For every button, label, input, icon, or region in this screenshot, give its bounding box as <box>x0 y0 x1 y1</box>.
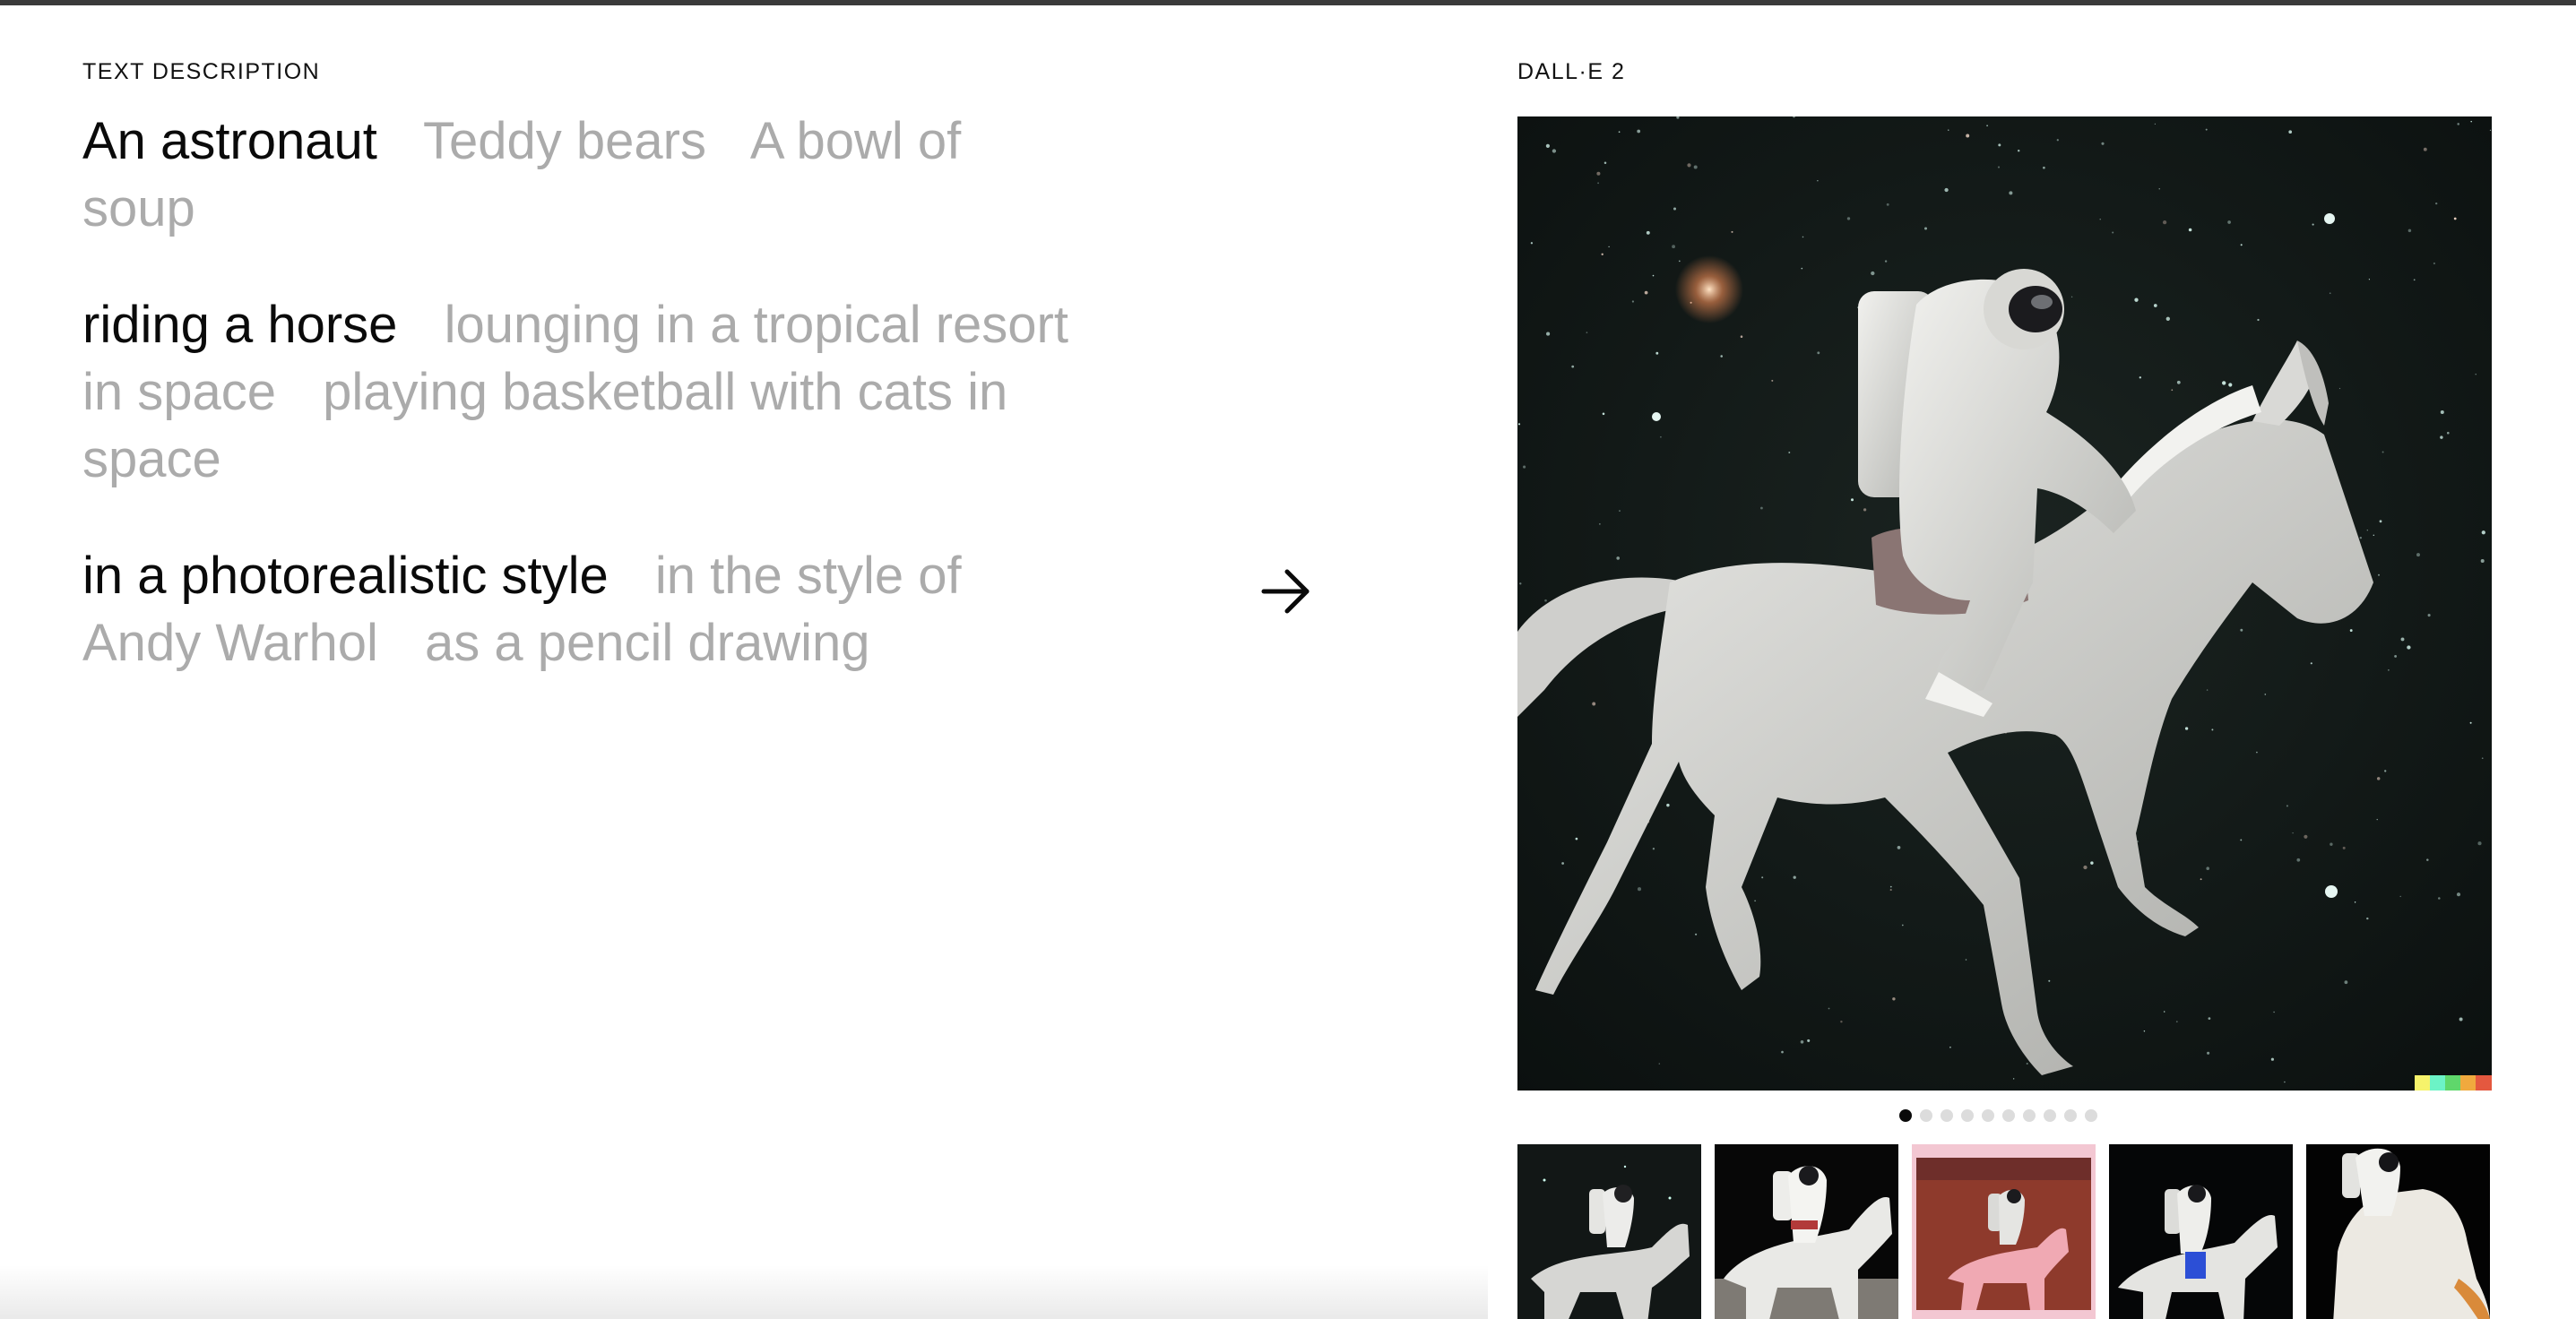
thumbnail-strip <box>1517 1144 2492 1319</box>
carousel-dot-5[interactable] <box>1982 1109 1994 1122</box>
carousel-dot-2[interactable] <box>1920 1109 1932 1122</box>
action-options: riding a horse lounging in a tropical re… <box>82 291 1077 493</box>
prompt-builder: An astronaut Teddy bears A bowl of soup … <box>82 108 1077 726</box>
action-option-riding-horse[interactable]: riding a horse <box>82 296 397 354</box>
top-rule <box>0 0 2576 5</box>
subject-option-astronaut[interactable]: An astronaut <box>82 112 377 170</box>
carousel-dot-9[interactable] <box>2064 1109 2077 1122</box>
dalle-signature <box>2415 1075 2492 1091</box>
style-option-pencil[interactable]: as a pencil drawing <box>425 614 870 672</box>
style-option-photorealistic[interactable]: in a photorealistic style <box>82 547 609 605</box>
page: TEXT DESCRIPTION DALL·E 2 An astronaut T… <box>0 0 2576 1319</box>
thumbnail-1[interactable] <box>1517 1144 1701 1319</box>
bottom-fade <box>0 1265 1488 1319</box>
thumbnail-4[interactable] <box>2109 1144 2293 1319</box>
carousel-dot-7[interactable] <box>2023 1109 2036 1122</box>
subject-options: An astronaut Teddy bears A bowl of soup <box>82 108 1077 242</box>
arrow-right-icon <box>1261 569 1310 614</box>
thumbnail-5[interactable] <box>2306 1144 2490 1319</box>
thumbnail-2[interactable] <box>1715 1144 1898 1319</box>
model-label: DALL·E 2 <box>1517 59 1626 84</box>
carousel-dot-3[interactable] <box>1941 1109 1953 1122</box>
carousel-dot-6[interactable] <box>2002 1109 2015 1122</box>
style-options: in a photorealistic style in the style o… <box>82 542 1077 677</box>
carousel-dot-1[interactable] <box>1899 1109 1912 1122</box>
generated-image-art <box>1517 116 2492 1091</box>
generated-image[interactable] <box>1517 116 2492 1091</box>
subject-option-teddy-bears[interactable]: Teddy bears <box>423 112 706 170</box>
carousel-dots <box>1899 1109 2097 1122</box>
carousel-dot-4[interactable] <box>1961 1109 1974 1122</box>
generate-button[interactable] <box>1255 565 1318 618</box>
carousel-dot-10[interactable] <box>2085 1109 2097 1122</box>
text-description-label: TEXT DESCRIPTION <box>82 59 321 84</box>
thumbnail-3[interactable] <box>1912 1144 2096 1319</box>
carousel-dot-8[interactable] <box>2044 1109 2056 1122</box>
